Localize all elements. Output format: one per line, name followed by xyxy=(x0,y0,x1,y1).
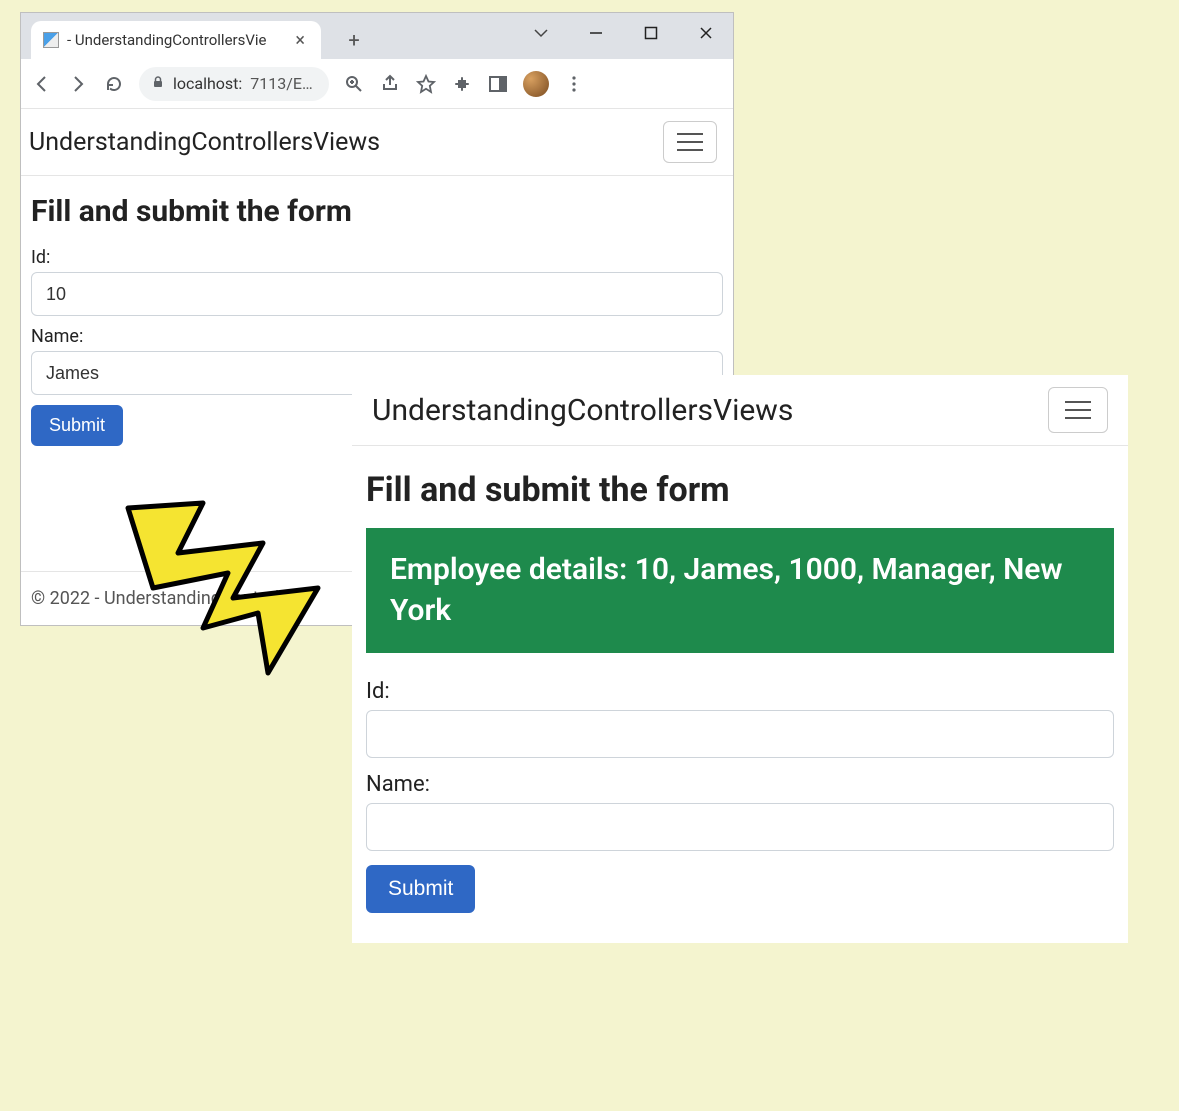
form-section: Fill and submit the form Employee detail… xyxy=(352,446,1128,943)
maximize-button[interactable] xyxy=(623,13,678,53)
id-input[interactable] xyxy=(366,710,1114,758)
form-heading: Fill and submit the form xyxy=(31,194,723,229)
hamburger-icon xyxy=(1065,409,1091,411)
site-navbar: UnderstandingControllersViews xyxy=(352,375,1128,446)
minimize-button[interactable] xyxy=(568,13,623,53)
brand-text[interactable]: UnderstandingControllersViews xyxy=(372,393,793,428)
browser-tab[interactable]: - UnderstandingControllersVie × xyxy=(31,21,321,59)
name-input[interactable] xyxy=(366,803,1114,851)
name-label: Name: xyxy=(366,772,1114,797)
new-tab-button[interactable]: + xyxy=(339,25,369,55)
url-host: localhost: xyxy=(173,74,242,93)
submit-button[interactable]: Submit xyxy=(31,405,123,446)
close-tab-icon[interactable]: × xyxy=(291,30,309,51)
reload-button[interactable] xyxy=(103,73,125,95)
share-icon[interactable] xyxy=(379,73,401,95)
tab-title: - UnderstandingControllersVie xyxy=(67,31,283,49)
brand-text[interactable]: UnderstandingControllersViews xyxy=(29,128,380,157)
zoom-icon[interactable] xyxy=(343,73,365,95)
submit-button[interactable]: Submit xyxy=(366,865,475,913)
sidepanel-icon[interactable] xyxy=(487,73,509,95)
site-navbar: UnderstandingControllersViews xyxy=(21,109,733,176)
close-window-button[interactable] xyxy=(678,13,733,53)
lock-icon xyxy=(151,75,165,93)
name-label: Name: xyxy=(31,326,723,347)
bookmark-icon[interactable] xyxy=(415,73,437,95)
profile-avatar[interactable] xyxy=(523,71,549,97)
back-button[interactable] xyxy=(31,73,53,95)
id-label: Id: xyxy=(366,679,1114,704)
url-path: 7113/E… xyxy=(250,74,312,93)
window-controls xyxy=(513,13,733,53)
chevron-down-icon[interactable] xyxy=(513,13,568,53)
form-heading: Fill and submit the form xyxy=(366,470,1114,510)
extensions-icon[interactable] xyxy=(451,73,473,95)
forward-button[interactable] xyxy=(67,73,89,95)
tab-strip: - UnderstandingControllersVie × + xyxy=(21,13,733,59)
kebab-menu-icon[interactable] xyxy=(563,73,585,95)
hamburger-icon xyxy=(677,141,703,143)
hamburger-button[interactable] xyxy=(663,121,717,163)
favicon-icon xyxy=(43,32,59,48)
id-label: Id: xyxy=(31,247,723,268)
result-alert: Employee details: 10, James, 1000, Manag… xyxy=(366,528,1114,653)
hamburger-button[interactable] xyxy=(1048,387,1108,433)
url-field[interactable]: localhost: 7113/E… xyxy=(139,67,329,101)
address-bar: localhost: 7113/E… xyxy=(21,59,733,109)
id-input[interactable] xyxy=(31,272,723,316)
result-panel: UnderstandingControllersViews Fill and s… xyxy=(352,375,1128,943)
